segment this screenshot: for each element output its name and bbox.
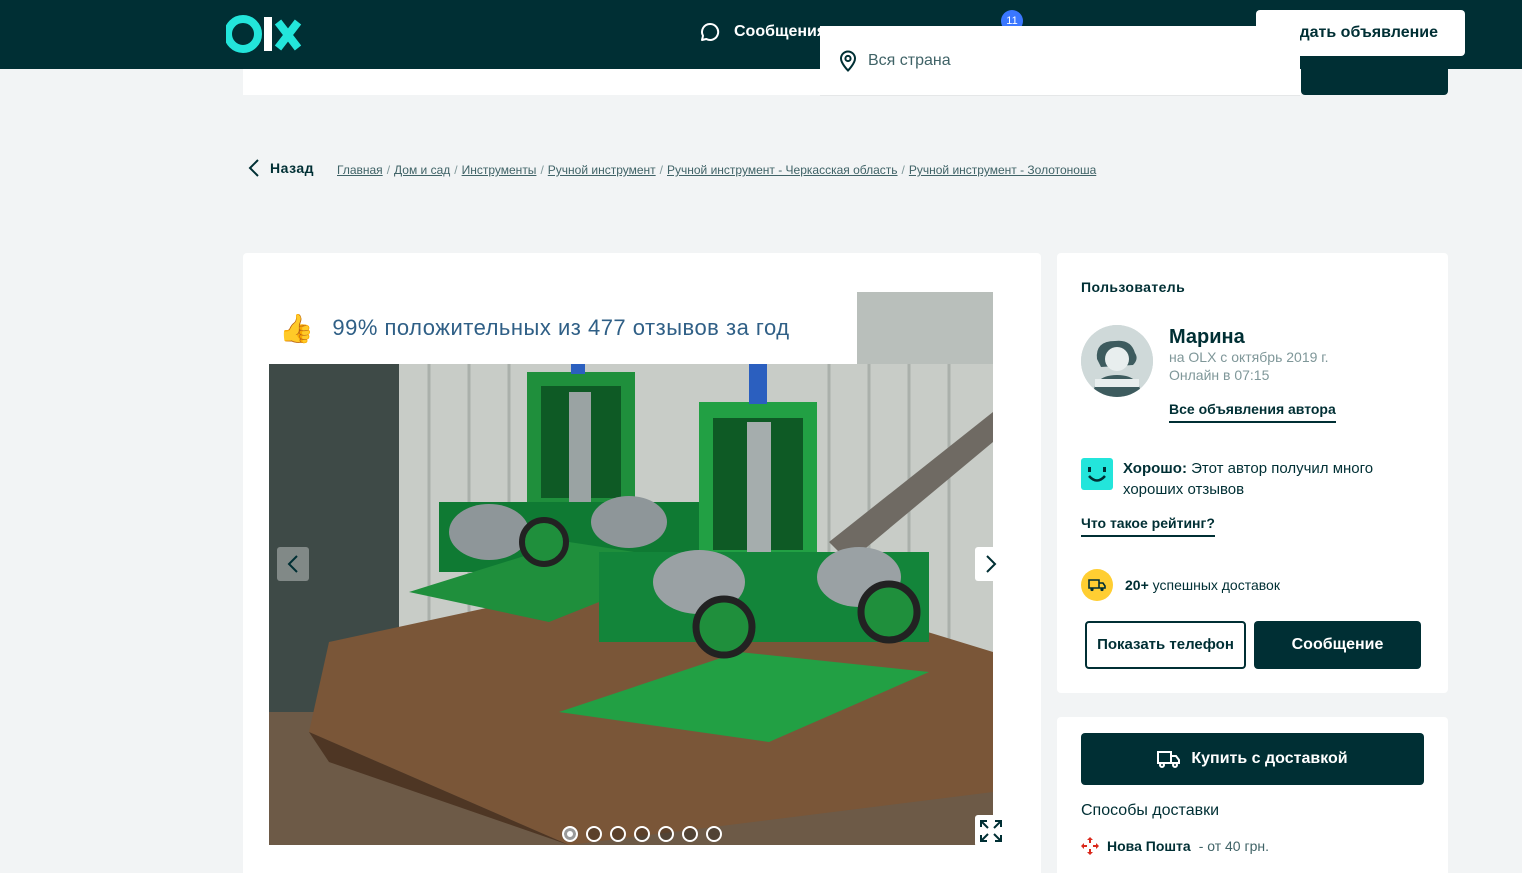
location-value: Вся страна <box>868 51 951 69</box>
pipe-bender-illustration: 👍 99% положительных из 477 отзывов за го… <box>269 292 993 845</box>
successful-deliveries: 20+ успешных доставок <box>1125 577 1280 593</box>
product-photo[interactable]: 👍 99% положительных из 477 отзывов за го… <box>269 292 993 845</box>
breadcrumb-item[interactable]: Ручной инструмент - Золотоноша <box>909 163 1096 177</box>
gallery-dot[interactable] <box>682 826 698 842</box>
gallery-card: 👍 99% положительных из 477 отзывов за го… <box>243 253 1041 873</box>
show-phone-button[interactable]: Показать телефон <box>1085 621 1246 669</box>
chevron-left-icon <box>248 159 259 177</box>
review-banner: 👍 99% положительных из 477 отзывов за го… <box>269 292 857 364</box>
avatar[interactable] <box>1081 325 1153 397</box>
seller-card: Пользователь Марина на OLX с октябрь 201… <box>1057 253 1448 693</box>
gallery-dot[interactable] <box>562 826 578 842</box>
gallery-dots <box>562 826 722 842</box>
gallery-prev-button[interactable] <box>277 547 309 581</box>
carrier-name: Нова Пошта <box>1107 838 1191 854</box>
what-is-rating-link[interactable]: Что такое рейтинг? <box>1081 515 1215 537</box>
back-link[interactable]: Назад <box>248 158 314 178</box>
back-label: Назад <box>270 160 315 176</box>
buy-with-delivery-button[interactable]: Купить с доставкой <box>1081 733 1424 785</box>
messages-label: Сообщения <box>734 23 827 40</box>
chevron-left-icon <box>287 555 298 573</box>
breadcrumb-separator: / <box>540 163 544 177</box>
breadcrumb-item[interactable]: Главная <box>337 163 383 177</box>
expand-icon <box>980 820 1002 842</box>
default-avatar-icon <box>1081 325 1153 397</box>
deliveries-count: 20+ <box>1125 577 1149 593</box>
breadcrumb-separator: / <box>659 163 663 177</box>
search-button-remnant[interactable] <box>1301 56 1448 95</box>
breadcrumb-item[interactable]: Дом и сад <box>394 163 450 177</box>
breadcrumb: Главная / Дом и сад / Инструменты / Ручн… <box>337 163 1096 177</box>
seller-heading: Пользователь <box>1081 279 1186 295</box>
chevron-right-icon <box>986 555 997 573</box>
location-dropdown[interactable]: Вся страна <box>820 26 1300 95</box>
breadcrumb-separator: / <box>386 163 391 177</box>
delivery-truck-icon <box>1081 569 1113 601</box>
seller-rating: Хорошо: Этот автор получил много хороших… <box>1123 458 1423 500</box>
deliveries-text: успешных доставок <box>1152 577 1280 593</box>
delivery-card: Купить с доставкой Способы доставки Нова… <box>1057 717 1448 873</box>
breadcrumb-item[interactable]: Ручной инструмент - Черкасская область <box>667 163 898 177</box>
gallery-dot[interactable] <box>586 826 602 842</box>
olx-logo[interactable] <box>226 14 302 54</box>
thumbs-up-icon: 👍 <box>279 312 315 344</box>
smile-rating-icon <box>1081 458 1113 490</box>
delivery-truck-icon <box>1157 751 1181 768</box>
breadcrumb-item[interactable]: Инструменты <box>462 163 537 177</box>
gallery-dot[interactable] <box>610 826 626 842</box>
breadcrumb-separator: / <box>901 163 905 177</box>
buy-with-delivery-label: Купить с доставкой <box>1191 750 1348 767</box>
seller-member-since: на OLX с октябрь 2019 г. <box>1169 349 1329 365</box>
seller-online-status: Онлайн в 07:15 <box>1169 367 1270 383</box>
breadcrumb-separator: / <box>454 163 458 177</box>
chat-bubble-icon <box>701 22 720 41</box>
carrier-price: - от 40 грн. <box>1198 838 1269 854</box>
location-pin-icon <box>839 49 857 72</box>
seller-name: Марина <box>1169 326 1245 348</box>
delivery-methods-title: Способы доставки <box>1081 802 1220 819</box>
gallery-dot[interactable] <box>658 826 674 842</box>
nova-poshta-logo-icon <box>1081 837 1099 855</box>
messages-link[interactable]: Сообщения <box>700 22 826 42</box>
rating-label: Хорошо: <box>1123 460 1187 477</box>
breadcrumb-item[interactable]: Ручной инструмент <box>548 163 656 177</box>
review-banner-text: 99% положительных из 477 отзывов за год <box>332 315 790 340</box>
message-button[interactable]: Сообщение <box>1254 621 1421 669</box>
gallery-dot[interactable] <box>706 826 722 842</box>
delivery-method-nova-poshta: Нова Пошта - от 40 грн. <box>1081 837 1269 855</box>
all-author-ads-link[interactable]: Все объявления автора <box>1169 401 1336 423</box>
gallery-next-button[interactable] <box>975 547 1007 581</box>
gallery-dot[interactable] <box>634 826 650 842</box>
fullscreen-button[interactable] <box>975 815 1007 847</box>
